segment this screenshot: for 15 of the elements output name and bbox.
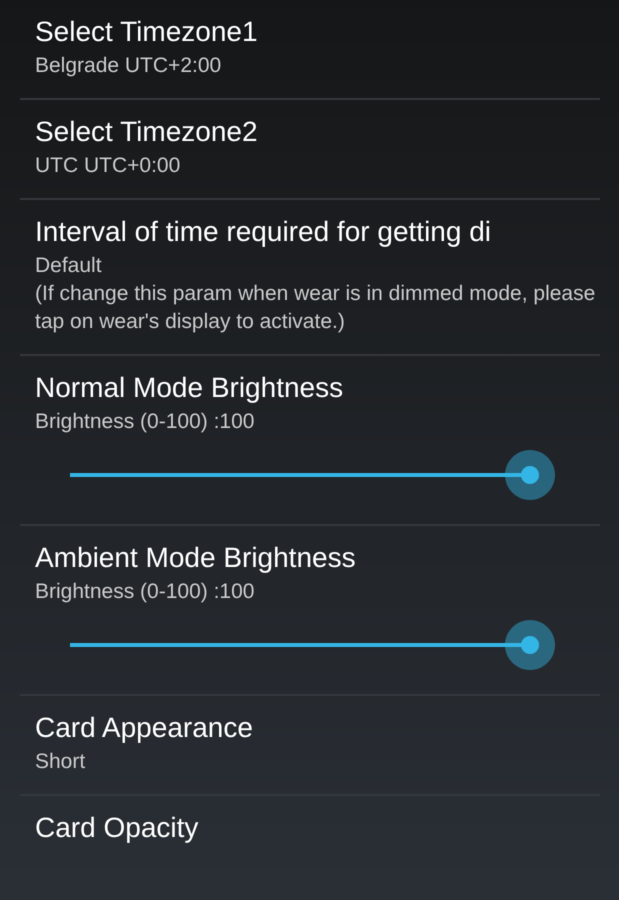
setting-summary: Short <box>35 749 86 775</box>
setting-title[interactable]: Normal Mode Brightness <box>35 370 600 406</box>
setting-title[interactable]: Select Timezone2 <box>35 114 600 150</box>
setting-summary: Belgrade UTC+2:00 <box>35 53 222 79</box>
setting-summary: Default (If change this param when wear is in dimmed mode, please tap on wear's display to activate.) <box>35 253 596 335</box>
setting-title[interactable]: Interval of time required for getting di <box>35 214 600 250</box>
setting-title[interactable]: Card Appearance <box>35 710 600 746</box>
setting-title[interactable]: Ambient Mode Brightness <box>35 540 600 576</box>
setting-summary: Brightness (0-100) :100 <box>35 579 256 605</box>
setting-title[interactable]: Card Opacity <box>35 810 600 846</box>
setting-title[interactable]: Select Timezone1 <box>35 14 600 50</box>
setting-summary: Brightness (0-100) :100 <box>35 409 256 435</box>
slider-handle[interactable] <box>505 620 555 670</box>
slider-handle[interactable] <box>505 450 555 500</box>
setting-summary: UTC UTC+0:00 <box>35 153 182 179</box>
